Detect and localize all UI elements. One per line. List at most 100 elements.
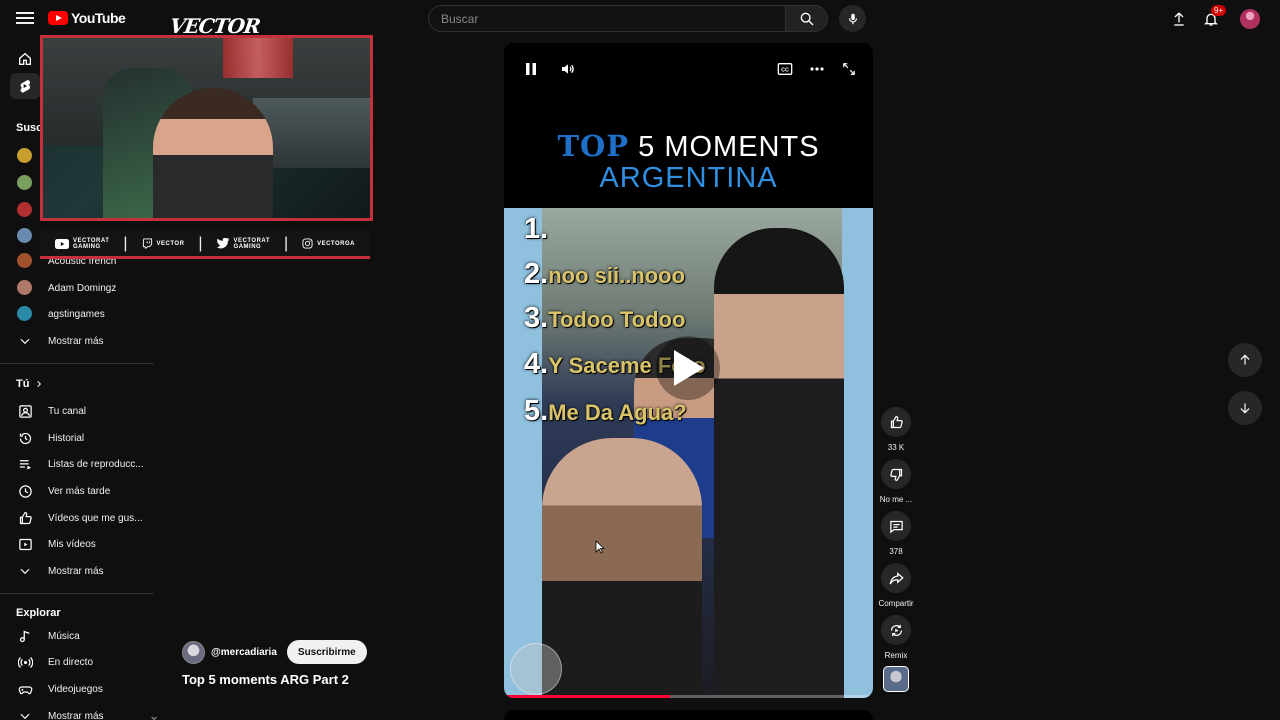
comments-button[interactable] [881, 511, 911, 541]
banner-moments: 5 MOMENTS [629, 131, 820, 163]
comments-action[interactable]: 378 [876, 511, 916, 556]
voice-search-button[interactable] [839, 5, 866, 32]
list-number: 2. [524, 258, 549, 290]
live-icon [17, 654, 33, 670]
like-action[interactable]: 33 K [876, 407, 916, 452]
progress-bar[interactable] [504, 695, 873, 698]
search-input[interactable] [428, 5, 786, 32]
volume-icon [562, 64, 574, 74]
channel-avatar[interactable] [17, 148, 32, 163]
more-options-button[interactable] [809, 61, 825, 77]
you-section-title[interactable]: Tú [0, 371, 60, 397]
chevron-down-icon [151, 716, 157, 720]
next-short-button[interactable] [1228, 391, 1262, 425]
youtube-logo[interactable]: YouTube [48, 10, 126, 26]
list-item: 2.noo sii..nooo [524, 258, 685, 291]
share-action[interactable]: Compartir [876, 563, 916, 608]
divider [0, 593, 154, 594]
sidebar-item-watch-later[interactable]: Ver más tarde [0, 478, 154, 504]
like-button[interactable] [881, 407, 911, 437]
sidebar-item-live[interactable]: En directo [0, 649, 154, 675]
notification-badge: 9+ [1211, 5, 1227, 16]
play-button[interactable] [656, 336, 720, 400]
fullscreen-icon [843, 63, 855, 75]
remix-action[interactable]: Remix [876, 615, 916, 660]
upload-button[interactable] [1167, 7, 1191, 31]
shorts-nav-item[interactable] [10, 73, 40, 99]
sidebar-item-music[interactable]: Música [0, 623, 154, 649]
watch-later-icon [17, 483, 33, 499]
subscribe-button[interactable]: Suscribirme [286, 640, 367, 664]
separator: | [123, 234, 128, 252]
twitch-icon [142, 238, 152, 249]
social-line: GAMING [233, 243, 262, 250]
sidebar-item-label: Historial [48, 432, 85, 444]
sound-avatar[interactable] [883, 666, 909, 692]
remix-icon [890, 624, 902, 636]
social-bar: VECTORAT GAMING | VECTOR | VECTORAT GAMING… [40, 231, 370, 259]
fullscreen-button[interactable] [841, 61, 857, 77]
channel-avatar[interactable] [182, 640, 205, 664]
explore-title: Explorar [16, 607, 61, 619]
sidebar-item-my-videos[interactable]: Mis vídeos [0, 531, 154, 557]
music-icon [17, 628, 33, 644]
arrow-down-icon [1240, 403, 1250, 414]
explore-show-more[interactable]: Mostrar más [0, 703, 157, 720]
list-number: 1. [524, 213, 549, 245]
subscriptions-title[interactable]: Susc [16, 122, 42, 134]
short-player[interactable]: TOP 5 MOMENTS ARGENTINA 1. 2.noo sii..no… [504, 43, 873, 698]
you-title: Tú [16, 378, 30, 390]
list-item: 5.Me Da Agua? [524, 395, 687, 428]
channel-avatar[interactable] [17, 175, 32, 190]
dislike-label: No me ... [879, 495, 913, 504]
search-icon [800, 12, 813, 25]
history-icon [17, 430, 33, 446]
mouse-cursor-icon [595, 540, 605, 554]
youtube-play-icon [48, 11, 68, 25]
share-icon [889, 571, 904, 584]
dislike-button[interactable] [881, 459, 911, 489]
sidebar-item-label: agstingames [48, 308, 105, 320]
upload-icon [1174, 12, 1184, 26]
volume-button[interactable] [560, 61, 576, 77]
menu-icon[interactable] [14, 9, 36, 27]
sidebar-item-subscription[interactable]: agstingames [0, 301, 154, 327]
list-text: Todoo Todoo [548, 307, 686, 332]
channel-avatar [17, 280, 32, 295]
search-button[interactable] [786, 5, 828, 32]
home-icon[interactable] [17, 51, 33, 72]
separator: | [198, 234, 203, 252]
channel-avatar[interactable] [17, 202, 32, 217]
remix-label: Remix [884, 651, 908, 660]
channel-handle[interactable]: @mercadiaria [211, 647, 277, 658]
notifications-button[interactable]: 9+ [1199, 5, 1227, 31]
sidebar-item-liked-videos[interactable]: Vídeos que me gus... [0, 505, 154, 531]
sidebar-item-your-channel[interactable]: Tu canal [0, 398, 154, 424]
progress-fill [504, 695, 671, 698]
share-button[interactable] [881, 563, 911, 593]
channel-avatar[interactable] [17, 228, 32, 243]
channel-info: @mercadiaria Suscribirme [182, 640, 367, 664]
you-show-more[interactable]: Mostrar más [0, 558, 154, 584]
short-title[interactable]: Top 5 moments ARG Part 2 [182, 672, 349, 687]
next-short-preview[interactable] [504, 710, 873, 720]
subs-show-more[interactable]: Mostrar más [0, 328, 154, 354]
sidebar-item-label: En directo [48, 656, 94, 668]
sidebar-item-gaming[interactable]: Videojuegos [0, 676, 154, 702]
sidebar-item-subscription[interactable]: Adam Domingz [0, 275, 154, 301]
account-button[interactable] [1238, 7, 1262, 31]
vector-logo: VECTOR [168, 14, 262, 38]
previous-short-button[interactable] [1228, 343, 1262, 377]
sidebar-item-label: Listas de reproducc... [48, 458, 144, 470]
pause-button[interactable] [523, 61, 539, 77]
sidebar-item-history[interactable]: Historial [0, 425, 154, 451]
sidebar-item-label: Adam Domingz [48, 282, 117, 294]
sidebar-item-label: Ver más tarde [48, 485, 111, 497]
social-twitch: VECTOR [142, 238, 185, 249]
pause-icon [526, 63, 536, 75]
dislike-action[interactable]: No me ... [876, 459, 916, 504]
captions-button[interactable]: CC [777, 61, 793, 77]
thumbs-up-icon [890, 415, 903, 428]
sidebar-item-playlists[interactable]: Listas de reproducc... [0, 451, 154, 477]
remix-button[interactable] [881, 615, 911, 645]
